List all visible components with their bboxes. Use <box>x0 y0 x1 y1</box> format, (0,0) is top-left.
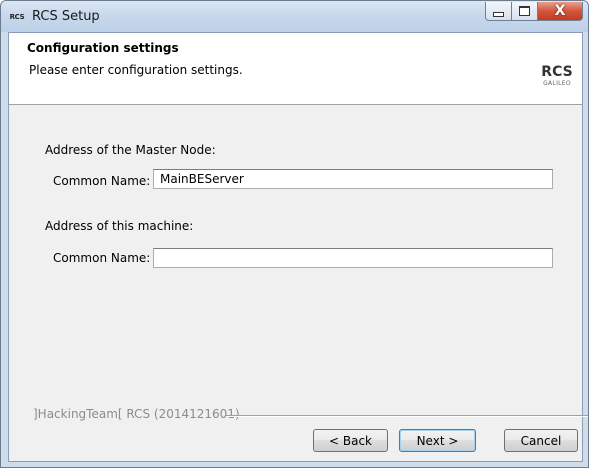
page-subtitle: Please enter configuration settings. <box>29 63 243 77</box>
close-button[interactable]: X <box>538 2 583 21</box>
logo-subtext: GALILEO <box>543 80 571 87</box>
this-machine-section-label: Address of this machine: <box>45 219 194 233</box>
wizard-body: Configuration settings Please enter conf… <box>8 32 588 462</box>
machine-common-name-input[interactable] <box>153 248 553 268</box>
close-icon: X <box>554 3 566 19</box>
page-title: Configuration settings <box>27 41 179 55</box>
master-common-name-label: Common Name: <box>53 174 151 188</box>
logo-text: RCS <box>541 64 573 80</box>
setup-window: RCS RCS Setup X Configuration settings P… <box>0 0 589 468</box>
maximize-icon <box>519 6 530 16</box>
cancel-button[interactable]: Cancel <box>504 429 578 452</box>
master-node-section-label: Address of the Master Node: <box>45 143 216 157</box>
branding-divider <box>226 415 588 417</box>
minimize-button[interactable] <box>485 2 512 21</box>
wizard-header: Configuration settings Please enter conf… <box>9 33 582 105</box>
master-common-name-input[interactable] <box>153 169 553 189</box>
minimize-icon <box>493 11 504 17</box>
machine-common-name-label: Common Name: <box>53 251 151 265</box>
back-button[interactable]: < Back <box>313 429 388 452</box>
title-bar[interactable]: RCS RCS Setup X <box>1 1 588 32</box>
maximize-button[interactable] <box>512 2 538 21</box>
caption-buttons: X <box>485 2 583 22</box>
branding-text: ]HackingTeam[ RCS (2014121601) <box>33 407 240 421</box>
next-button[interactable]: Next > <box>399 429 476 452</box>
app-icon: RCS <box>9 13 25 21</box>
window-title: RCS Setup <box>32 9 100 24</box>
rcs-logo: RCS GALILEO <box>540 64 574 88</box>
